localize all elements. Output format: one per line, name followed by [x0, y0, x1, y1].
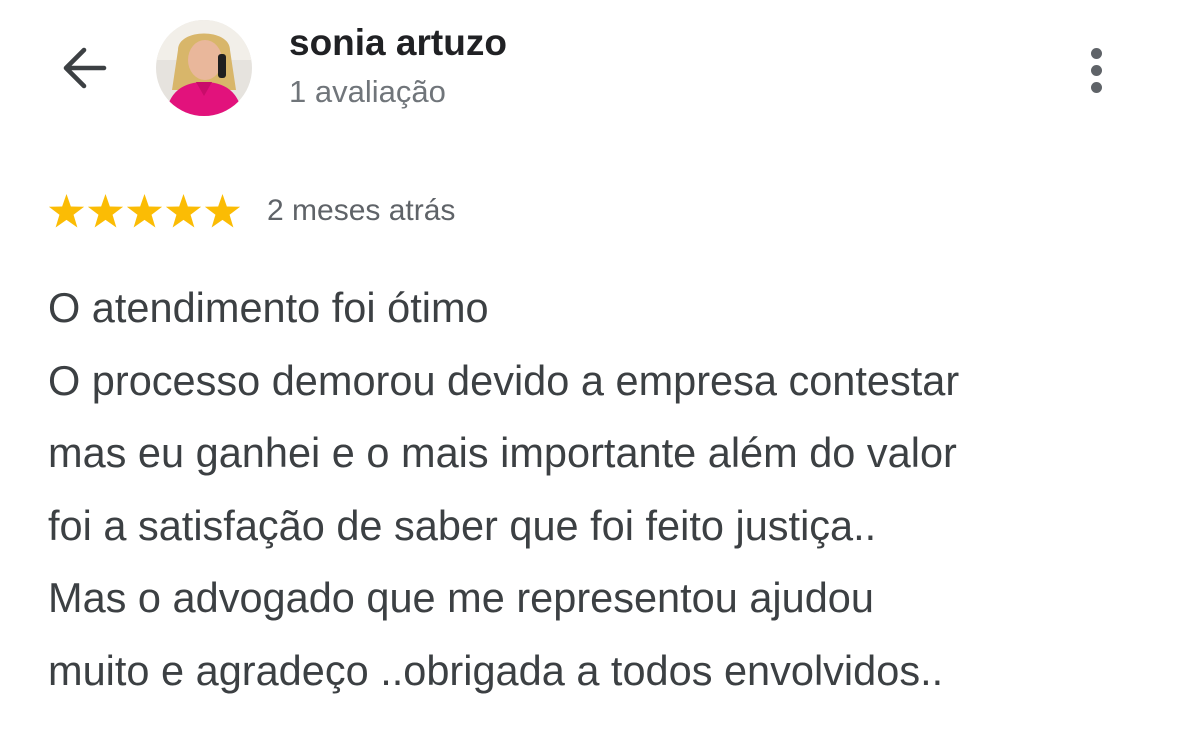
more-vert-icon [1090, 64, 1102, 76]
reviewer-name[interactable]: sonia artuzo [289, 22, 507, 64]
review-text-line: foi a satisfação de saber que foi feito … [48, 501, 877, 549]
review-text-line: Mas o advogado que me representou ajudou [48, 574, 874, 621]
review-text-line: muito e agradeço ..obrigada a todos envo… [48, 646, 944, 694]
arrow-back-icon [58, 42, 110, 99]
star-icon [204, 193, 241, 227]
review-text-line: O atendimento foi ótimo [48, 284, 489, 331]
star-icon [48, 193, 85, 227]
avatar[interactable] [156, 20, 252, 116]
rating-row: 2 meses atrás [47, 186, 455, 236]
more-vert-icon [1090, 47, 1102, 59]
more-vert-icon [1090, 81, 1102, 93]
review-text-line: O processo demorou devido a empresa cont… [48, 356, 960, 404]
back-button[interactable] [52, 40, 116, 100]
review-text-line: mas eu ganhei e o mais importante além d… [48, 429, 957, 476]
review-time: 2 meses atrás [267, 194, 456, 227]
star-rating [47, 192, 242, 231]
star-icon [126, 193, 163, 227]
star-icon [165, 193, 202, 227]
star-icon [87, 193, 124, 227]
more-options-button[interactable] [1074, 40, 1118, 100]
review-count: 1 avaliação [289, 74, 446, 109]
review-text: O atendimento foi ótimo O processo demor… [48, 272, 1158, 707]
